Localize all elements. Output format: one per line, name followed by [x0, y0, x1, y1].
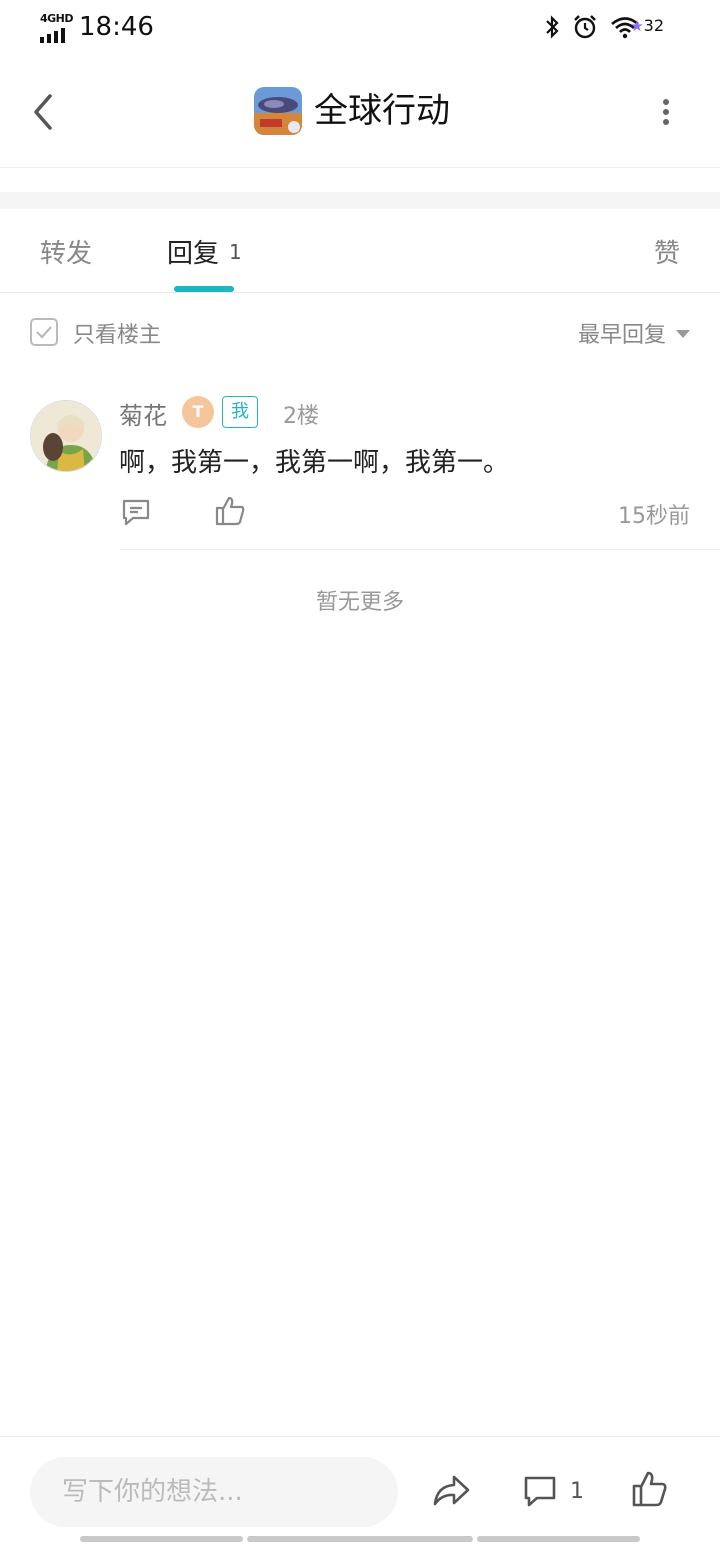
status-icons	[544, 14, 640, 40]
floor-number: 2楼	[283, 404, 319, 429]
filter-row: 只看楼主 最早回复	[0, 294, 720, 372]
alarm-icon	[574, 15, 596, 39]
game-logo-icon[interactable]	[254, 87, 302, 135]
comment-username[interactable]: 菊花	[119, 396, 167, 431]
share-icon	[433, 1475, 470, 1506]
active-tab-indicator	[174, 286, 234, 292]
comment-like-button[interactable]	[213, 494, 247, 528]
reply-input-container	[30, 1457, 398, 1527]
bluetooth-icon	[546, 15, 559, 39]
more-vertical-icon	[663, 99, 669, 125]
caret-down-icon	[676, 330, 690, 338]
status-time: 18:46	[79, 12, 154, 42]
check-icon	[36, 326, 52, 339]
avatar[interactable]	[30, 400, 102, 472]
comment-icon	[122, 499, 150, 526]
home-indicator-left	[80, 1536, 243, 1542]
me-badge: 我	[222, 396, 258, 428]
title-bar: 全球行动	[0, 56, 720, 168]
no-more-text: 暂无更多	[315, 590, 404, 615]
only-op-label[interactable]: 只看楼主	[73, 317, 161, 349]
tab-reply-count: 1	[229, 240, 242, 264]
like-button[interactable]	[630, 1469, 668, 1509]
battery-saver-icon: ★	[630, 17, 644, 35]
comment-time: 15秒前	[618, 504, 690, 529]
battery-indicator: ★32	[630, 16, 664, 35]
battery-level: 32	[643, 16, 664, 35]
section-separator	[0, 192, 720, 209]
comment-item[interactable]: 菊花 T 我 2楼 啊，我第一，我第一啊，我第一。 15秒前	[0, 372, 720, 550]
back-button[interactable]	[26, 92, 62, 132]
reply-input[interactable]	[30, 1457, 398, 1527]
network-indicator: 4GHD	[40, 12, 74, 43]
tab-forward[interactable]: 转发	[40, 233, 92, 270]
tab-reply[interactable]: 回复 1	[167, 233, 242, 270]
comment-text: 啊，我第一，我第一啊，我第一。	[119, 448, 510, 478]
sort-dropdown[interactable]: 最早回复	[578, 317, 690, 349]
status-bar: 4GHD 18:46 ★32	[0, 0, 720, 56]
comment-icon	[524, 1476, 556, 1507]
tab-bar: 转发 回复 1 赞	[0, 209, 720, 293]
divider	[120, 549, 720, 550]
tab-like[interactable]: 赞	[654, 233, 680, 270]
back-arrow-icon	[34, 94, 52, 130]
home-indicator-center	[247, 1536, 473, 1542]
bottom-bar: 1	[0, 1436, 720, 1544]
sort-label: 最早回复	[577, 323, 666, 348]
level-badge: T	[182, 396, 214, 428]
like-icon	[632, 1471, 667, 1507]
comment-count: 1	[570, 1478, 584, 1504]
comment-button[interactable]: 1	[522, 1471, 584, 1511]
thumbs-up-icon	[215, 496, 245, 526]
signal-icon	[40, 28, 65, 43]
only-op-checkbox[interactable]	[30, 318, 58, 346]
tab-reply-label: 回复	[167, 239, 220, 269]
more-button[interactable]	[654, 94, 678, 130]
share-button[interactable]	[430, 1471, 472, 1511]
network-type: 4GHD	[40, 12, 74, 25]
page-title: 全球行动	[314, 91, 450, 131]
home-indicator-right	[477, 1536, 640, 1542]
comment-reply-button[interactable]	[120, 496, 152, 528]
